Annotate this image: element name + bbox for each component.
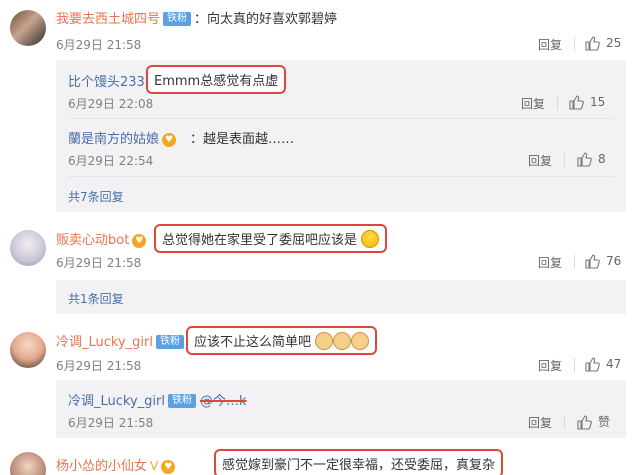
- like-count: 15: [590, 95, 606, 109]
- like-button[interactable]: 76: [584, 253, 621, 269]
- comment-time: 6月29日 21:58: [56, 38, 142, 52]
- like-button[interactable]: 8: [576, 151, 606, 167]
- divider: [557, 96, 558, 110]
- vip-icon: ♥: [161, 460, 176, 474]
- like-button[interactable]: 47: [584, 356, 621, 372]
- fan-badge: 铁粉: [163, 12, 192, 26]
- comment-time: 6月29日 21:58: [56, 256, 142, 270]
- fan-badge: 铁粉: [167, 394, 196, 408]
- avatar[interactable]: [10, 332, 46, 368]
- reply-text: ：越是表面越……: [190, 132, 295, 147]
- like-button[interactable]: 15: [568, 94, 605, 110]
- author-name[interactable]: 冷调_Lucky_girl: [56, 335, 153, 350]
- like-button[interactable]: 25: [584, 35, 621, 51]
- divider: [564, 153, 565, 167]
- thumbs-up-icon: [569, 95, 584, 110]
- like-count: 8: [598, 152, 606, 166]
- comment-text: ：向太真的好喜欢郭碧婷: [194, 12, 338, 27]
- fan-badge: 铁粉: [155, 335, 184, 349]
- author-name[interactable]: 冷调_Lucky_girl: [68, 394, 165, 409]
- avatar[interactable]: [10, 452, 46, 475]
- reply-button[interactable]: 回复: [528, 414, 552, 431]
- author-name[interactable]: 我要去西土城四号: [56, 12, 160, 27]
- reply-text: @今…k: [200, 390, 247, 409]
- reply-time: 6月29日 22:54: [68, 154, 154, 168]
- thumbs-up-icon: [585, 254, 600, 269]
- reply-time: 6月29日 22:08: [68, 97, 154, 111]
- reply-author[interactable]: 蘭是南方的姑娘 ♥: [68, 128, 177, 147]
- author-name[interactable]: 贩卖心动bot: [56, 233, 129, 248]
- like-label: 赞: [598, 415, 611, 429]
- comment-text: 应该不止这么简单吧: [194, 335, 312, 350]
- reply-author[interactable]: 比个馒头233: [68, 71, 145, 90]
- reply-button[interactable]: 回复: [538, 36, 562, 53]
- more-replies-link[interactable]: 共7条回复: [68, 188, 124, 205]
- reply-button[interactable]: 回复: [538, 357, 562, 374]
- highlighted-reply-text: Emmm总感觉有点虚: [146, 65, 287, 94]
- vip-icon: ♥: [162, 133, 177, 147]
- cat-emoji-icon: [333, 332, 352, 350]
- thumbs-up-icon: [585, 36, 600, 51]
- thumbs-up-icon: [585, 357, 600, 372]
- reply-button[interactable]: 回复: [521, 95, 545, 112]
- author-name[interactable]: 杨小怂的小仙女: [56, 459, 147, 474]
- highlighted-comment-text: 感觉嫁到豪门不一定很幸福，还受委屈，真复杂: [214, 449, 504, 475]
- divider: [68, 118, 614, 119]
- verified-icon: V: [150, 459, 159, 473]
- reply-author[interactable]: 冷调_Lucky_girl 铁粉: [68, 390, 196, 409]
- cat-emoji-icon: [351, 332, 370, 350]
- thumbs-up-icon: [577, 414, 592, 430]
- highlighted-comment-text: 总觉得她在家里受了委屈吧应该是: [154, 224, 388, 253]
- highlighted-comment-text: 应该不止这么简单吧: [186, 326, 378, 355]
- thumbs-up-icon: [577, 152, 592, 167]
- reply-button[interactable]: 回复: [528, 152, 552, 169]
- comment-text: 总觉得她在家里受了委屈吧应该是: [162, 233, 358, 248]
- cat-emoji-icon: [315, 332, 334, 350]
- vip-icon: ♥: [132, 234, 147, 248]
- comment-author[interactable]: 我要去西土城四号 铁粉: [56, 8, 192, 27]
- like-count: 25: [606, 36, 622, 50]
- avatar[interactable]: [10, 230, 46, 266]
- like-button[interactable]: 赞: [576, 413, 610, 430]
- comment-author[interactable]: 贩卖心动bot ♥: [56, 229, 147, 248]
- reply-button[interactable]: 回复: [538, 254, 562, 271]
- reply-time: 6月29日 21:58: [68, 416, 154, 430]
- divider: [68, 176, 614, 177]
- more-replies-link[interactable]: 共1条回复: [68, 290, 124, 307]
- like-count: 47: [606, 357, 622, 371]
- like-count: 76: [606, 254, 622, 268]
- author-name[interactable]: 蘭是南方的姑娘: [68, 132, 159, 147]
- divider: [574, 358, 575, 372]
- laughing-emoji-icon: [361, 230, 380, 248]
- divider: [564, 415, 565, 429]
- mention-link[interactable]: @今…k: [200, 394, 247, 409]
- divider: [574, 255, 575, 269]
- comment-time: 6月29日 21:58: [56, 359, 142, 373]
- divider: [574, 37, 575, 51]
- avatar[interactable]: [10, 10, 46, 46]
- comment-author[interactable]: 杨小怂的小仙女 V ♥: [56, 455, 176, 474]
- comment-author[interactable]: 冷调_Lucky_girl 铁粉: [56, 331, 184, 350]
- reply-thread: [56, 280, 626, 314]
